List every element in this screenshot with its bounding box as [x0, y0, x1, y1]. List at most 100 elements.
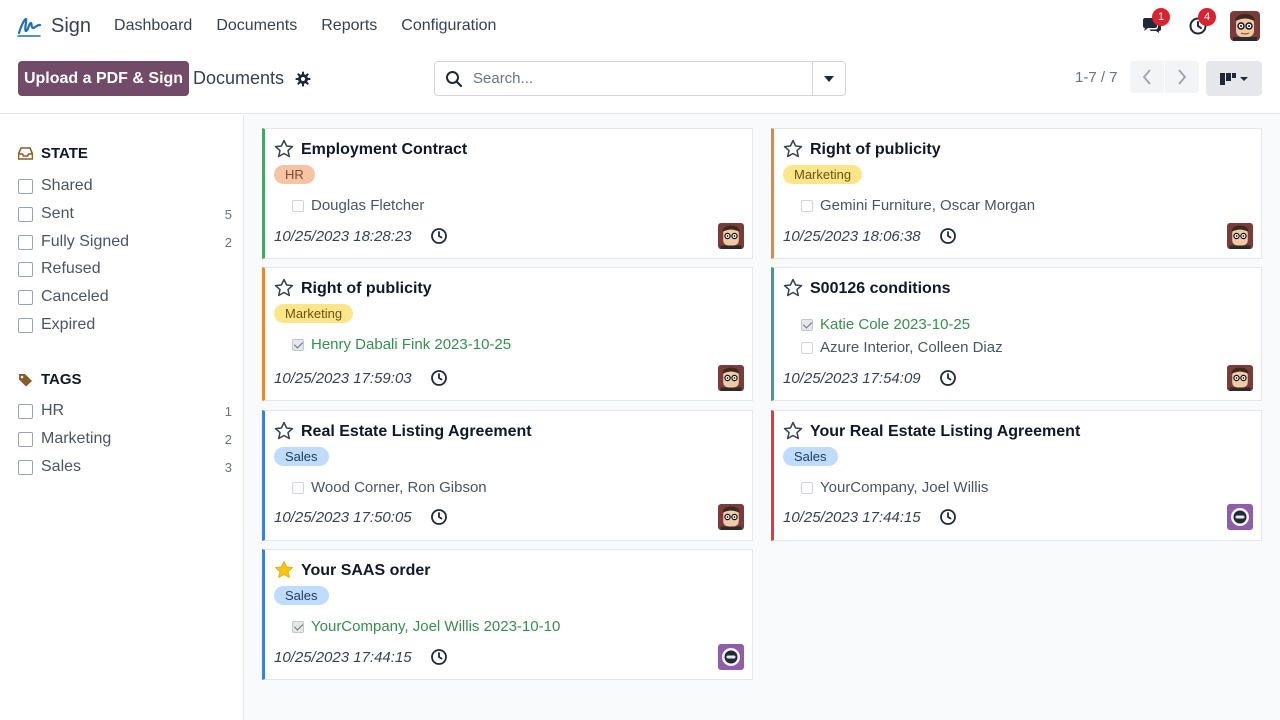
clock-icon[interactable] [430, 648, 448, 666]
card-title: Your Real Estate Listing Agreement [810, 423, 1081, 440]
kanban-card[interactable]: Right of publicity Marketing Henry Dabal… [262, 267, 753, 401]
search-input[interactable] [473, 70, 793, 87]
filter-state-refused[interactable]: Refused [18, 258, 232, 280]
signer-name: Douglas Fletcher [311, 197, 425, 214]
card-date: 10/25/2023 17:59:03 [274, 370, 412, 387]
activities-button[interactable]: 4 [1182, 8, 1216, 42]
facet-label: Sent [41, 205, 74, 222]
kanban-card[interactable]: Employment Contract HR Douglas Fletcher … [262, 128, 753, 259]
user-avatar[interactable] [718, 504, 744, 530]
filter-state-fully-signed[interactable]: Fully Signed 2 [18, 231, 232, 253]
activities-badge: 4 [1198, 8, 1216, 26]
messaging-button[interactable]: 1 [1136, 8, 1170, 42]
user-avatar[interactable] [718, 365, 744, 391]
signer-name: YourCompany, Joel Willis [820, 479, 989, 496]
clock-icon[interactable] [430, 227, 448, 245]
signer-row: YourCompany, Joel Willis [801, 479, 988, 496]
star-outline-icon[interactable] [274, 139, 294, 159]
star-outline-icon[interactable] [783, 139, 803, 159]
filter-state-canceled[interactable]: Canceled [18, 286, 232, 308]
menu-reports[interactable]: Reports [321, 17, 377, 35]
facet-count: 2 [224, 431, 232, 447]
signer-checkbox [801, 341, 813, 354]
filter-tag-sales[interactable]: Sales 3 [18, 456, 232, 478]
upload-pdf-sign-button[interactable]: Upload a PDF & Sign [18, 61, 189, 96]
filter-tag-hr[interactable]: HR 1 [18, 400, 232, 422]
signer-row: Katie Cole 2023-10-25 [801, 316, 970, 333]
checkbox[interactable] [18, 317, 33, 333]
filter-tag-marketing[interactable]: Marketing 2 [18, 428, 232, 450]
star-outline-icon[interactable] [783, 421, 803, 441]
kanban-card[interactable]: Right of publicity Marketing Gemini Furn… [771, 128, 1262, 259]
main-menu: Dashboard Documents Reports Configuratio… [114, 17, 520, 35]
kanban-card[interactable]: Real Estate Listing Agreement Sales Wood… [262, 410, 753, 541]
search-panel: STATE Shared Sent 5 Fully Signed 2 Refused… [0, 115, 244, 720]
app-name: Sign [51, 14, 92, 37]
menu-documents[interactable]: Documents [216, 17, 297, 35]
filter-state-sent[interactable]: Sent 5 [18, 203, 232, 225]
kanban-card[interactable]: Your Real Estate Listing Agreement Sales… [771, 410, 1262, 541]
tag-icon [19, 373, 32, 386]
signer-checkbox [292, 481, 304, 494]
checkbox[interactable] [18, 403, 33, 419]
star-filled-icon[interactable] [274, 560, 294, 580]
checkbox[interactable] [18, 234, 33, 250]
card-date: 10/25/2023 17:54:09 [783, 370, 921, 387]
user-avatar-icon [718, 223, 744, 249]
signer-name: Henry Dabali Fink 2023-10-25 [311, 336, 512, 353]
user-avatar[interactable] [1227, 223, 1253, 249]
tag-badge: Marketing [274, 304, 354, 323]
menu-configuration[interactable]: Configuration [401, 17, 496, 35]
checkbox[interactable] [18, 206, 33, 222]
gear-icon[interactable] [294, 70, 312, 88]
star-outline-icon[interactable] [274, 278, 294, 298]
clock-icon[interactable] [430, 508, 448, 526]
view-switcher-button[interactable] [1206, 61, 1262, 96]
checkbox[interactable] [18, 261, 33, 277]
tags-filter-title: TAGS [18, 371, 82, 388]
signer-row: Wood Corner, Ron Gibson [292, 479, 487, 496]
kanban-card[interactable]: S00126 conditions Katie Cole 2023-10-25 … [771, 267, 1262, 401]
pager-next-button[interactable] [1165, 61, 1199, 93]
facet-label: Marketing [41, 430, 112, 447]
menu-dashboard[interactable]: Dashboard [114, 17, 192, 35]
filter-state-shared[interactable]: Shared [18, 175, 232, 197]
user-avatar-icon [1227, 365, 1253, 391]
user-avatar[interactable] [718, 223, 744, 249]
card-title: Right of publicity [810, 141, 941, 158]
signer-row: Henry Dabali Fink 2023-10-25 [292, 336, 511, 353]
bot-avatar-icon [1227, 504, 1253, 530]
star-outline-icon[interactable] [783, 278, 803, 298]
clock-icon[interactable] [939, 508, 957, 526]
signer-name: Katie Cole 2023-10-25 [820, 316, 971, 333]
signer-row: Gemini Furniture, Oscar Morgan [801, 197, 1035, 214]
kanban-card[interactable]: Your SAAS order Sales YourCompany, Joel … [262, 549, 753, 680]
user-avatar[interactable] [1230, 11, 1260, 41]
star-outline-icon[interactable] [274, 421, 294, 441]
checkbox[interactable] [18, 459, 33, 475]
pager-value[interactable]: 1-7 / 7 [1075, 69, 1118, 86]
checkbox[interactable] [18, 289, 33, 305]
bot-avatar[interactable] [718, 644, 744, 670]
signer-row: Azure Interior, Colleen Diaz [801, 339, 1003, 356]
app-brand[interactable]: Sign [16, 13, 91, 39]
tag-badge: Marketing [783, 165, 863, 184]
clock-icon[interactable] [939, 369, 957, 387]
chevron-left-icon [1142, 69, 1151, 85]
card-date: 10/25/2023 17:44:15 [783, 509, 921, 526]
clock-icon[interactable] [430, 369, 448, 387]
bot-avatar[interactable] [1227, 504, 1253, 530]
facet-label: Fully Signed [41, 233, 130, 250]
card-title: Employment Contract [301, 141, 468, 158]
filter-state-expired[interactable]: Expired [18, 314, 232, 336]
pager-previous-button[interactable] [1130, 61, 1164, 93]
facet-label: Sales [41, 458, 82, 475]
checkbox[interactable] [18, 431, 33, 447]
clock-icon[interactable] [939, 227, 957, 245]
user-avatar[interactable] [1227, 365, 1253, 391]
signer-checkbox [292, 199, 304, 212]
checkbox[interactable] [18, 178, 33, 194]
tags-title-label: TAGS [41, 371, 82, 388]
search-options-toggle[interactable] [812, 62, 845, 95]
bot-avatar-icon [718, 644, 744, 670]
